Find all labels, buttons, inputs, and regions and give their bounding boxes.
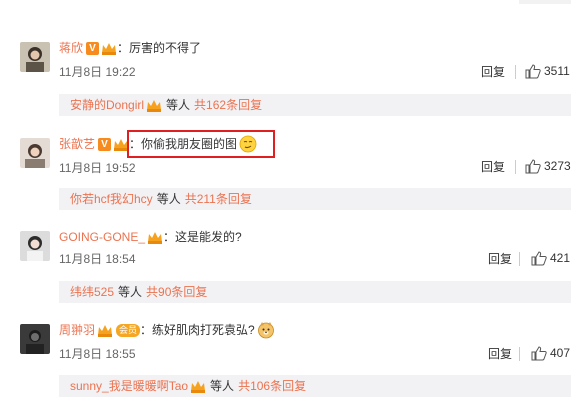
- crown-icon[interactable]: [147, 231, 163, 244]
- like-button[interactable]: 407: [531, 345, 570, 361]
- avatar[interactable]: [20, 42, 50, 72]
- like-button[interactable]: 3511: [525, 63, 570, 79]
- sub-reply-total[interactable]: 共211条回复: [185, 189, 252, 209]
- separator: ：: [117, 41, 130, 55]
- like-button[interactable]: 3273: [525, 158, 571, 174]
- reply-button[interactable]: 回复: [488, 251, 512, 267]
- sub-reply-box[interactable]: 安静的Dongirl 等人 共162条回复: [59, 94, 571, 116]
- comment-text: 练好肌肉打死袁弘?: [152, 323, 255, 337]
- like-count: 407: [550, 346, 571, 360]
- comment-time: 11月8日 19:52: [59, 161, 136, 175]
- top-corner-block: [519, 0, 571, 4]
- doge-emoji-icon: [257, 321, 275, 339]
- member-badge[interactable]: 会员: [116, 323, 141, 337]
- sub-reply-total[interactable]: 共90条回复: [146, 282, 207, 302]
- sub-reply-total[interactable]: 共162条回复: [194, 95, 262, 115]
- avatar[interactable]: [20, 324, 50, 354]
- crown-icon: [146, 99, 162, 112]
- thumbs-up-icon: [531, 250, 547, 265]
- username-link[interactable]: GOING-GONE_: [59, 228, 145, 246]
- thumbs-up-icon: [525, 63, 541, 78]
- separator: ：: [163, 230, 176, 244]
- sub-reply-box[interactable]: 你若hcf我幻hcy 等人 共211条回复: [59, 188, 571, 210]
- reply-button[interactable]: 回复: [481, 159, 505, 175]
- comment-time: 11月8日 19:22: [59, 65, 136, 79]
- divider: [515, 65, 516, 79]
- sub-reply-user[interactable]: 你若hcf我幻hcy: [70, 189, 153, 209]
- thumbs-up-icon: [525, 158, 541, 173]
- verified-v-icon: V: [86, 41, 100, 55]
- sub-reply-total[interactable]: 共106条回复: [238, 376, 306, 396]
- crown-icon[interactable]: [101, 42, 117, 55]
- sub-reply-box[interactable]: 纬纬525 等人 共90条回复: [59, 281, 571, 303]
- like-count: 3273: [544, 159, 571, 173]
- like-count: 3511: [544, 64, 570, 78]
- sub-reply-etal: 等人: [156, 192, 181, 206]
- sub-reply-etal: 等人: [166, 98, 191, 112]
- crown-icon: [190, 380, 206, 393]
- comment-time: 11月8日 18:54: [59, 252, 136, 266]
- username-link[interactable]: 周翀羽: [59, 321, 95, 339]
- crown-icon[interactable]: [97, 324, 113, 337]
- comment-line: 蒋欣 V ： 厉害的不得了: [59, 39, 201, 57]
- thumbs-up-icon: [531, 345, 547, 360]
- reply-button[interactable]: 回复: [481, 64, 505, 80]
- sub-reply-user[interactable]: 安静的Dongirl: [70, 95, 144, 115]
- sub-reply-etal: 等人: [118, 285, 143, 299]
- highlight-box: [127, 130, 275, 158]
- sub-reply-box[interactable]: sunny_我是暖暖啊Tao 等人 共106条回复: [59, 375, 571, 397]
- comment-line: GOING-GONE_ ： 这是能发的?: [59, 228, 242, 246]
- sub-reply-etal: 等人: [210, 379, 235, 393]
- comment-time: 11月8日 18:55: [59, 347, 136, 361]
- like-button[interactable]: 421: [531, 250, 570, 266]
- avatar[interactable]: [20, 231, 50, 261]
- verified-v-icon: V: [98, 137, 112, 151]
- sub-reply-user[interactable]: sunny_我是暖暖啊Tao: [70, 376, 188, 396]
- avatar[interactable]: [20, 138, 50, 168]
- like-count: 421: [550, 251, 571, 265]
- username-link[interactable]: 蒋欣: [59, 39, 83, 57]
- divider: [519, 347, 520, 361]
- sub-reply-user[interactable]: 纬纬525: [70, 282, 114, 302]
- reply-button[interactable]: 回复: [488, 346, 512, 362]
- separator: ：: [140, 323, 153, 337]
- comment-text: 厉害的不得了: [129, 41, 202, 55]
- comment-text: 这是能发的?: [175, 230, 242, 244]
- divider: [515, 160, 516, 174]
- top-strip: [0, 0, 571, 10]
- comment-line: 周翀羽 会员 ： 练好肌肉打死袁弘?: [59, 321, 275, 339]
- username-link[interactable]: 张歆艺: [59, 135, 95, 153]
- divider: [519, 252, 520, 266]
